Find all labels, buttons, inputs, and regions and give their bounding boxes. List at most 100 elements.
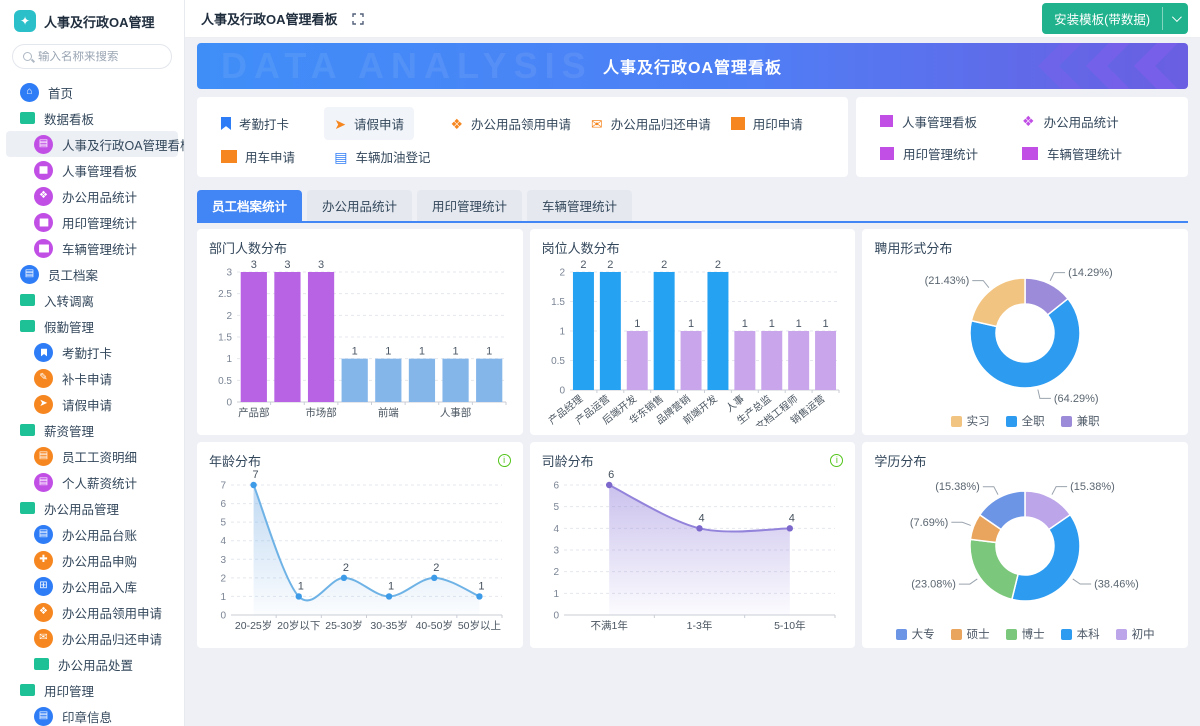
sidebar-item[interactable]: ▤ 人事及行政OA管理看板: [6, 131, 184, 157]
chart-legend: 大专 硕士 博士 本科 初中: [874, 626, 1176, 642]
legend-swatch: [1005, 415, 1017, 427]
dashboard-link[interactable]: 车辆管理统计: [1022, 144, 1164, 163]
content: DATA ANALYSIS 人事及行政OA管理看板 考勤打卡 ➤ 请假申请 ❖ 办公用品…: [185, 38, 1200, 726]
sidebar-item[interactable]: 假勤管理: [6, 313, 178, 339]
truck-icon: [221, 150, 237, 163]
quick-action[interactable]: 考勤打卡: [211, 107, 299, 140]
banner-chevron-decoration: [1134, 43, 1178, 89]
chart-title: 部门人数分布: [209, 240, 288, 256]
sidebar-item[interactable]: ✎ 补卡申请: [6, 365, 178, 391]
sidebar-item-label: 人事管理看板: [62, 164, 138, 179]
svg-text:(38.46%): (38.46%): [1094, 579, 1139, 591]
dashboard-link-label: 办公用品统计: [1043, 115, 1119, 130]
sidebar-item[interactable]: 考勤打卡: [6, 339, 178, 365]
legend-item[interactable]: 大专: [895, 626, 935, 642]
quick-action[interactable]: ➤ 请假申请: [324, 107, 414, 140]
sidebar-item-label: 员工工资明细: [62, 450, 138, 465]
legend-item[interactable]: 博士: [1005, 626, 1045, 642]
sidebar-item[interactable]: 人事管理看板: [6, 157, 178, 183]
sidebar-item[interactable]: ❖ 办公用品领用申请: [6, 599, 178, 625]
sidebar-item[interactable]: ✉ 办公用品归还申请: [6, 625, 178, 651]
legend-item[interactable]: 本科: [1060, 626, 1100, 642]
info-icon[interactable]: i: [830, 453, 844, 467]
folder-icon: [20, 502, 35, 514]
sidebar-item[interactable]: ⊞ 办公用品入库: [6, 573, 178, 599]
dashboard-link[interactable]: ❖ 办公用品统计: [1022, 112, 1164, 131]
sidebar-item[interactable]: 用印管理: [6, 677, 178, 703]
quick-action[interactable]: ❖ 办公用品领用申请: [440, 107, 581, 140]
chart-title: 学历分布: [874, 453, 927, 469]
sidebar-item[interactable]: ▤ 个人薪资统计: [6, 469, 178, 495]
banner-chevron-decoration: [1086, 43, 1130, 89]
legend-label: 博士: [1021, 629, 1045, 641]
sidebar-item-label: 考勤打卡: [62, 346, 113, 361]
sidebar-search[interactable]: [12, 44, 172, 69]
sidebar-item[interactable]: ▤ 员工档案: [6, 261, 178, 287]
sidebar-item-label: 数据看板: [44, 112, 95, 127]
quick-action[interactable]: ✉ 办公用品归还申请: [581, 107, 721, 140]
sidebar-item[interactable]: ➤ 请假申请: [6, 391, 178, 417]
sidebar-item-label: 首页: [48, 86, 74, 101]
svg-text:2: 2: [226, 311, 232, 322]
sidebar-item-label: 办公用品归还申请: [62, 632, 163, 647]
search-input[interactable]: [38, 50, 148, 63]
tab-inactive[interactable]: 用印管理统计: [417, 190, 523, 221]
svg-text:2: 2: [553, 567, 559, 578]
legend-item[interactable]: 兼职: [1060, 413, 1100, 429]
svg-text:7: 7: [220, 481, 226, 492]
sidebar-item[interactable]: ▤ 印章信息: [6, 703, 178, 726]
legend-item[interactable]: 硕士: [950, 626, 990, 642]
sidebar-item[interactable]: 办公用品管理: [6, 495, 178, 521]
sidebar-item-label: 办公用品台账: [62, 528, 138, 543]
svg-text:1.5: 1.5: [218, 333, 232, 344]
menu-icon-badge: ▤: [34, 472, 53, 492]
sidebar-item[interactable]: 薪资管理: [6, 417, 178, 443]
install-template-label[interactable]: 安装模板(带数据): [1042, 3, 1162, 34]
legend-item[interactable]: 初中: [1115, 626, 1155, 642]
fullscreen-icon[interactable]: [351, 12, 364, 25]
folder-icon: [20, 112, 35, 124]
quick-action[interactable]: 用车申请: [211, 140, 305, 173]
sidebar-menu: ⌂ 首页数据看板 ▤ 人事及行政OA管理看板人事管理看板 ❖ 办公用品统计 用印管理统计 车辆…: [0, 77, 184, 726]
folder-icon: [20, 684, 35, 696]
quick-action[interactable]: ▤ 车辆加油登记: [324, 140, 440, 173]
gift-icon: ❖: [1022, 113, 1035, 129]
sidebar-item[interactable]: ✚ 办公用品申购: [6, 547, 178, 573]
legend-item[interactable]: 全职: [1005, 413, 1045, 429]
sidebar-item[interactable]: ❖ 办公用品统计: [6, 183, 178, 209]
sidebar-item[interactable]: ▤ 办公用品台账: [6, 521, 178, 547]
sidebar-item[interactable]: 入转调离: [6, 287, 178, 313]
legend-swatch: [950, 415, 962, 427]
dashboard-link[interactable]: 用印管理统计: [880, 144, 1022, 163]
sidebar-item[interactable]: 车辆管理统计: [6, 235, 178, 261]
sidebar-item-label: 员工档案: [48, 268, 99, 283]
svg-text:1: 1: [419, 346, 425, 358]
install-dropdown-button[interactable]: [1163, 3, 1188, 34]
info-icon[interactable]: i: [497, 453, 511, 467]
svg-text:1: 1: [388, 580, 394, 592]
legend-item[interactable]: 实习: [950, 413, 990, 429]
menu-icon-badge: ✎: [34, 368, 53, 388]
sidebar-item[interactable]: ⌂ 首页: [6, 79, 178, 105]
sidebar-item-label: 办公用品申购: [62, 554, 138, 569]
menu-icon-badge: ❖: [34, 186, 53, 206]
tab-active[interactable]: 员工档案统计: [197, 190, 303, 221]
tab-inactive[interactable]: 办公用品统计: [307, 190, 413, 221]
sidebar-item[interactable]: 数据看板: [6, 105, 178, 131]
install-template-button[interactable]: 安装模板(带数据): [1042, 3, 1188, 34]
chart-card: 学历分布 (15.38%) (38.46%) (23.08%) (7.69%) (15.3…: [862, 442, 1188, 648]
box-icon: ⊞: [39, 580, 48, 591]
sidebar-item[interactable]: 办公用品处置: [6, 651, 178, 677]
quick-action-label: 办公用品领用申请: [471, 118, 572, 132]
folder-icon: [34, 658, 49, 670]
svg-text:3: 3: [226, 268, 232, 279]
truck-icon: [1022, 146, 1038, 160]
tab-inactive[interactable]: 车辆管理统计: [527, 190, 633, 221]
dashboard-link[interactable]: 人事管理看板: [880, 112, 1022, 131]
svg-text:2: 2: [715, 259, 721, 271]
app-logo-icon: ✦: [14, 10, 36, 32]
dashboard-link-label: 用印管理统计: [903, 147, 979, 162]
sidebar-item[interactable]: ▤ 员工工资明细: [6, 443, 178, 469]
sidebar-item[interactable]: 用印管理统计: [6, 209, 178, 235]
quick-action[interactable]: 用印申请: [721, 107, 813, 140]
